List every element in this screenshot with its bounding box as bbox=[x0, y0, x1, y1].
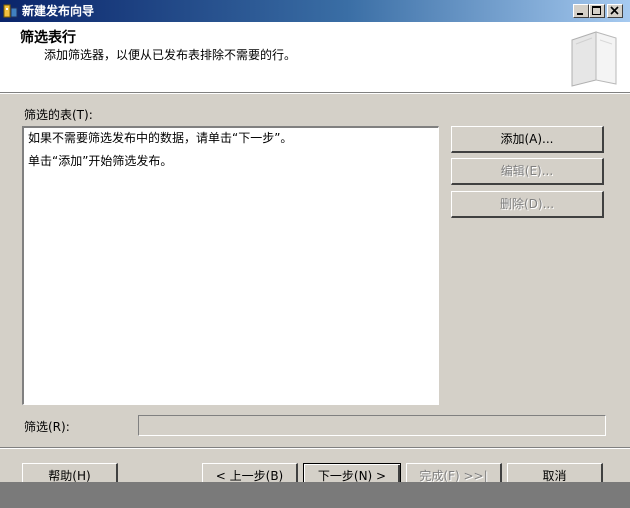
minimize-icon bbox=[577, 13, 583, 15]
page-subtitle: 添加筛选器，以便从已发布表排除不需要的行。 bbox=[44, 48, 297, 62]
edit-filter-button[interactable]: 编辑(E)... bbox=[451, 158, 604, 185]
filter-label: 筛选(R): bbox=[24, 420, 70, 434]
help-button[interactable]: 帮助(H) bbox=[22, 463, 118, 482]
wizard-book-icon bbox=[571, 31, 617, 87]
app-icon bbox=[3, 4, 18, 18]
page-title: 筛选表行 bbox=[20, 30, 76, 46]
maximize-icon bbox=[592, 6, 601, 15]
list-item: 单击“添加”开始筛选发布。 bbox=[28, 154, 173, 168]
maximize-button[interactable] bbox=[589, 4, 605, 18]
minimize-button[interactable] bbox=[573, 4, 589, 18]
filter-statement-field[interactable] bbox=[138, 415, 606, 436]
wizard-window: 新建发布向导 筛选表行 添加筛选器，以便从已发布表排除不需要的行。 筛选的表(T… bbox=[0, 0, 630, 482]
wizard-header: 筛选表行 添加筛选器，以便从已发布表排除不需要的行。 bbox=[0, 22, 630, 93]
bottom-strip bbox=[0, 482, 630, 508]
list-item: 如果不需要筛选发布中的数据，请单击“下一步”。 bbox=[28, 131, 293, 145]
delete-filter-button[interactable]: 删除(D)... bbox=[451, 191, 604, 218]
next-button[interactable]: 下一步(N) > bbox=[303, 463, 401, 482]
header-divider bbox=[0, 93, 630, 94]
close-button[interactable] bbox=[607, 4, 623, 18]
close-icon bbox=[610, 6, 619, 15]
filtered-tables-label: 筛选的表(T): bbox=[24, 108, 93, 122]
filtered-tables-list[interactable]: 如果不需要筛选发布中的数据，请单击“下一步”。 单击“添加”开始筛选发布。 bbox=[22, 126, 439, 405]
add-filter-button[interactable]: 添加(A)... bbox=[451, 126, 604, 153]
back-button[interactable]: < 上一步(B) bbox=[202, 463, 298, 482]
footer-divider-highlight bbox=[0, 448, 630, 449]
finish-button[interactable]: 完成(F) >>| bbox=[406, 463, 502, 482]
window-title: 新建发布向导 bbox=[22, 4, 95, 18]
title-bar[interactable]: 新建发布向导 bbox=[0, 0, 630, 22]
cancel-button[interactable]: 取消 bbox=[507, 463, 603, 482]
